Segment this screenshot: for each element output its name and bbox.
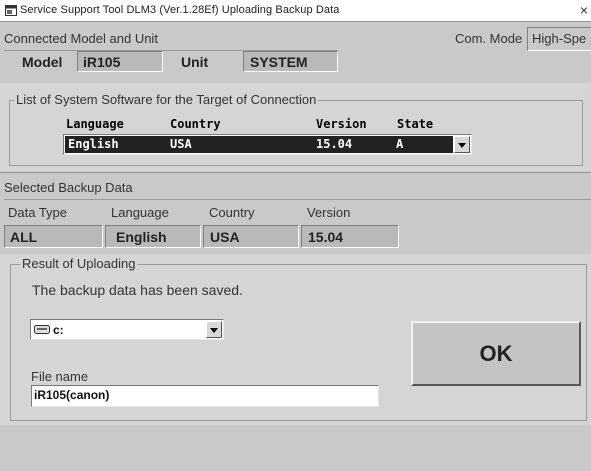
dropdown-arrow-icon: [210, 328, 218, 333]
col-version: Version: [316, 117, 367, 131]
selected-country: USA: [170, 137, 192, 151]
col-language: Language: [66, 117, 124, 131]
col-state: State: [397, 117, 434, 131]
ok-button[interactable]: OK: [411, 321, 581, 386]
backup-data-type-value: ALL: [4, 225, 103, 248]
software-dropdown-button[interactable]: [454, 136, 470, 153]
unit-value: SYSTEM: [243, 51, 338, 72]
selected-backup-header: Selected Backup Data: [4, 180, 133, 195]
selected-backup-header-divider: [4, 199, 591, 200]
result-message: The backup data has been saved.: [32, 282, 243, 298]
com-mode-value: High-Spe: [527, 27, 591, 51]
backup-col-country: Country: [209, 205, 255, 220]
software-list-legend: List of System Software for the Target o…: [14, 92, 319, 107]
selected-language: English: [68, 137, 119, 151]
selected-row-highlight: [65, 136, 453, 153]
unit-label: Unit: [181, 54, 209, 70]
software-list-group: [9, 100, 583, 166]
backup-language-value: English: [105, 225, 201, 248]
dropdown-arrow-icon: [458, 143, 466, 148]
section-divider: [0, 172, 591, 173]
backup-country-value: USA: [203, 225, 299, 248]
window-title: Service Support Tool DLM3 (Ver.1.28Ef) U…: [20, 4, 340, 16]
app-window-icon: [5, 5, 17, 16]
backup-col-data-type: Data Type: [8, 205, 68, 220]
com-mode-label: Com. Mode: [455, 31, 523, 46]
drive-value: c:: [53, 323, 64, 337]
drive-dropdown-button[interactable]: [206, 321, 222, 338]
drive-select[interactable]: c:: [30, 319, 224, 340]
dialog-window: Service Support Tool DLM3 (Ver.1.28Ef) U…: [0, 0, 591, 471]
close-icon[interactable]: ×: [577, 1, 591, 20]
file-name-input[interactable]: iR105(canon): [31, 385, 379, 407]
title-bar[interactable]: Service Support Tool DLM3 (Ver.1.28Ef) U…: [0, 0, 591, 22]
backup-col-version: Version: [307, 205, 351, 220]
backup-col-language: Language: [111, 205, 169, 220]
software-select[interactable]: English USA 15.04 A: [63, 134, 472, 155]
hard-drive-icon: [34, 325, 50, 334]
result-legend: Result of Uploading: [20, 256, 138, 271]
connected-header: Connected Model and Unit: [4, 31, 158, 46]
model-value: iR105: [77, 51, 163, 72]
backup-version-value: 15.04: [301, 225, 399, 248]
file-name-label: File name: [31, 369, 89, 384]
selected-state: A: [396, 137, 404, 151]
selected-version: 15.04: [316, 137, 353, 151]
model-label: Model: [22, 54, 63, 70]
col-country: Country: [170, 117, 221, 131]
